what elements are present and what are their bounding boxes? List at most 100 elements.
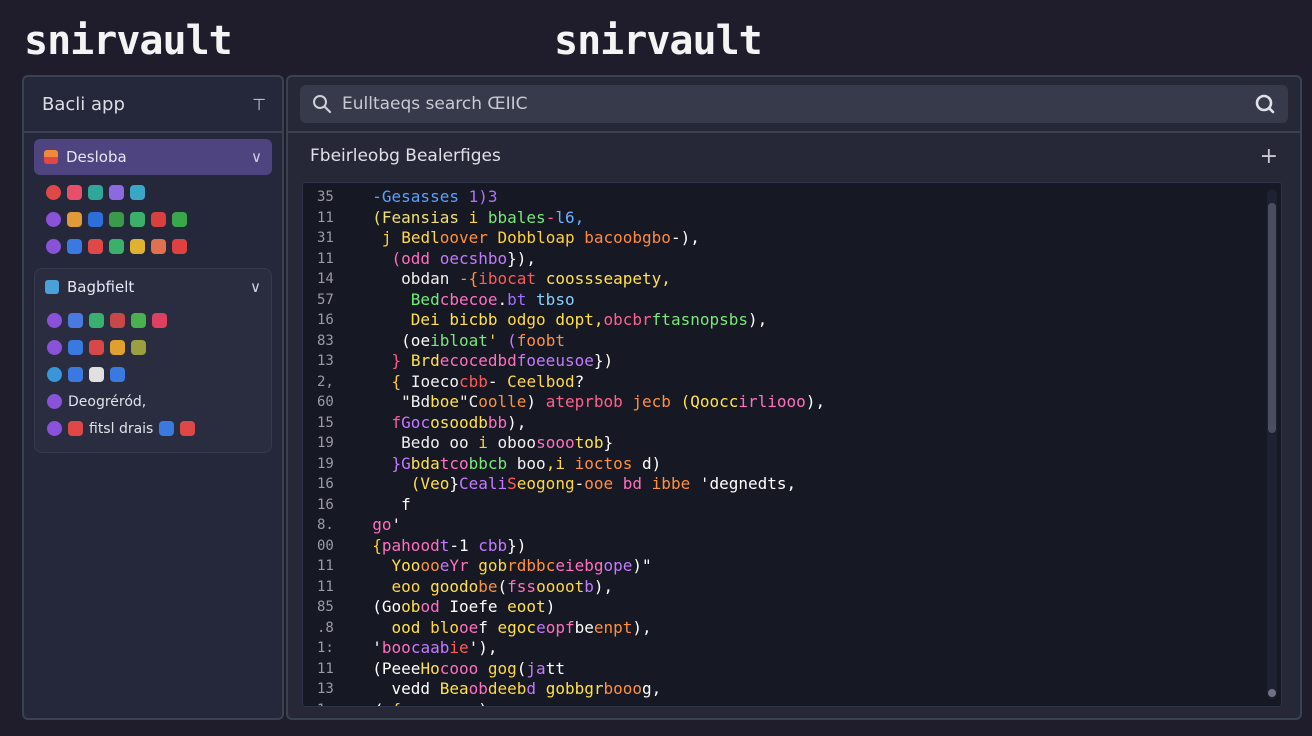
code-text: / {oooaoooo) bbox=[349, 700, 488, 707]
app-icon[interactable] bbox=[68, 313, 83, 328]
app-icon[interactable] bbox=[88, 212, 103, 227]
app-icon[interactable] bbox=[46, 239, 61, 254]
app-icon[interactable] bbox=[47, 394, 62, 409]
code-line: 11 YooooeYr gobrdbbceiebgope)" bbox=[303, 556, 1281, 577]
sidebar-item[interactable]: Deogréród, bbox=[35, 388, 271, 415]
app-icon[interactable] bbox=[109, 185, 124, 200]
app-icon[interactable] bbox=[46, 185, 61, 200]
code-text: YooooeYr gobrdbbceiebgope)" bbox=[391, 556, 652, 575]
app-icon[interactable] bbox=[68, 340, 83, 355]
line-number: 16 bbox=[317, 476, 334, 492]
app-icon[interactable] bbox=[152, 313, 167, 328]
group-color-icon bbox=[45, 280, 59, 294]
group-color-icon bbox=[44, 150, 58, 164]
app-icon[interactable] bbox=[47, 340, 62, 355]
app-icon[interactable] bbox=[89, 313, 104, 328]
app-icon[interactable] bbox=[109, 212, 124, 227]
code-text: 'boocaabie'), bbox=[372, 638, 498, 657]
code-line: 15 fGocosoodbbb), bbox=[303, 413, 1281, 434]
code-line: 60 "Bdboe"Coolle) ateprbob jecb (Qooccir… bbox=[303, 392, 1281, 413]
chevron-down-icon[interactable]: ∨ bbox=[250, 278, 261, 296]
app-icon[interactable] bbox=[67, 185, 82, 200]
line-number: 19 bbox=[317, 435, 334, 451]
app-icon[interactable] bbox=[180, 421, 196, 436]
scrollbar[interactable] bbox=[1267, 189, 1277, 699]
code-text: Dei bicbb odgo dopt,obcbrftasnopsbs), bbox=[410, 310, 768, 329]
app-icon[interactable] bbox=[68, 367, 83, 382]
app-icon[interactable] bbox=[47, 421, 62, 436]
sidebar-group-header[interactable]: Desloba ∨ bbox=[34, 139, 272, 175]
code-editor[interactable]: 35 -Gesasses 1)3 11 (Feansias i bbales-l6… bbox=[302, 182, 1282, 707]
search-input[interactable]: Eulltaeqs search ŒIIC bbox=[342, 94, 1244, 114]
sidebar-item[interactable] bbox=[35, 307, 271, 334]
sidebar-header[interactable]: Bacli app ⊤ bbox=[24, 77, 282, 133]
code-text: vedd Beaobdeebd gobbgrbooog, bbox=[391, 679, 662, 698]
line-number: 83 bbox=[317, 332, 334, 349]
app-icon[interactable] bbox=[159, 421, 175, 436]
code-line: 16 (Veo}CealiSeogong-ooe bd ibbe 'degned… bbox=[303, 474, 1281, 495]
app-icon[interactable] bbox=[130, 185, 145, 200]
scrollbar-thumb[interactable] bbox=[1268, 203, 1276, 433]
app-icon[interactable] bbox=[67, 212, 82, 227]
line-number: 11 bbox=[317, 660, 334, 677]
app-icon[interactable] bbox=[130, 239, 145, 254]
code-line: 85 (Goobod Ioefe eoot) bbox=[303, 597, 1281, 618]
app-icon[interactable] bbox=[110, 340, 125, 355]
search-icon bbox=[313, 95, 332, 114]
sidebar-item[interactable]: fitsl drais bbox=[35, 415, 271, 442]
app-icon[interactable] bbox=[131, 340, 146, 355]
sidebar-item[interactable] bbox=[34, 206, 272, 233]
sidebar-group-header[interactable]: Bagbfielt ∨ bbox=[35, 269, 271, 305]
app-icon[interactable] bbox=[151, 212, 166, 227]
app-icon[interactable] bbox=[89, 340, 104, 355]
app-icon[interactable] bbox=[89, 367, 104, 382]
app-icon[interactable] bbox=[131, 313, 146, 328]
code-text: "Bdboe"Coolle) ateprbob jecb (Qooccirlio… bbox=[401, 392, 826, 411]
app-icon[interactable] bbox=[110, 313, 125, 328]
code-text: (odd oecshbo}), bbox=[391, 248, 537, 268]
code-text: f bbox=[401, 494, 411, 514]
panel-title: Fbeirleobg Bealerfiges bbox=[310, 146, 501, 166]
code-line: 16 Dei bicbb odgo dopt,obcbrftasnopsbs), bbox=[303, 310, 1281, 331]
line-number: 2, bbox=[317, 373, 334, 390]
app-icon[interactable] bbox=[110, 367, 125, 382]
line-number: 16 bbox=[317, 312, 334, 328]
search-submit-icon[interactable] bbox=[1254, 93, 1276, 115]
chevron-down-icon[interactable]: ∨ bbox=[251, 148, 262, 166]
add-icon[interactable]: + bbox=[1260, 144, 1278, 169]
code-text: Bedo oo i oboosoootob} bbox=[401, 433, 614, 452]
app-icon[interactable] bbox=[151, 239, 166, 254]
sidebar-group: Bagbfielt ∨ Deogréród, fitsl drais bbox=[34, 268, 272, 453]
app-icon[interactable] bbox=[172, 212, 187, 227]
app-icon[interactable] bbox=[130, 212, 145, 227]
app-icon[interactable] bbox=[47, 313, 62, 328]
sidebar-item[interactable] bbox=[34, 233, 272, 260]
line-number: 16 bbox=[317, 496, 334, 513]
sidebar-item[interactable] bbox=[35, 361, 271, 388]
line-number: 31 bbox=[317, 230, 334, 246]
code-line: 16 f bbox=[303, 495, 1281, 516]
filter-icon[interactable]: ⊤ bbox=[252, 95, 266, 114]
app-icon[interactable] bbox=[67, 239, 82, 254]
sidebar-item[interactable] bbox=[34, 179, 272, 206]
app-icon[interactable] bbox=[88, 185, 103, 200]
search-bar[interactable]: Eulltaeqs search ŒIIC bbox=[300, 85, 1288, 123]
line-number: 13 bbox=[317, 681, 334, 697]
app-icon[interactable] bbox=[47, 367, 62, 382]
app-title-center: snirvault bbox=[554, 18, 763, 64]
code-line: 11 (odd oecshbo}), bbox=[303, 249, 1281, 270]
code-text: { Ioecocbb- Ceelbod? bbox=[391, 371, 585, 391]
line-number: 8. bbox=[317, 517, 334, 533]
app-icon[interactable] bbox=[109, 239, 124, 254]
app-icon[interactable] bbox=[46, 212, 61, 227]
sidebar-item[interactable] bbox=[35, 334, 271, 361]
code-line: .8 ood blooef egoceopfbeenpt), bbox=[303, 618, 1281, 639]
line-number: 11 bbox=[317, 578, 334, 595]
app-icon[interactable] bbox=[88, 239, 103, 254]
code-text: (PeeeHocooo gog(jatt bbox=[372, 658, 565, 678]
sidebar-item-label: fitsl drais bbox=[89, 420, 154, 437]
app-icon[interactable] bbox=[172, 239, 187, 254]
line-number: 19 bbox=[317, 455, 334, 472]
app-icon[interactable] bbox=[68, 421, 83, 436]
line-number: 85 bbox=[317, 599, 334, 615]
